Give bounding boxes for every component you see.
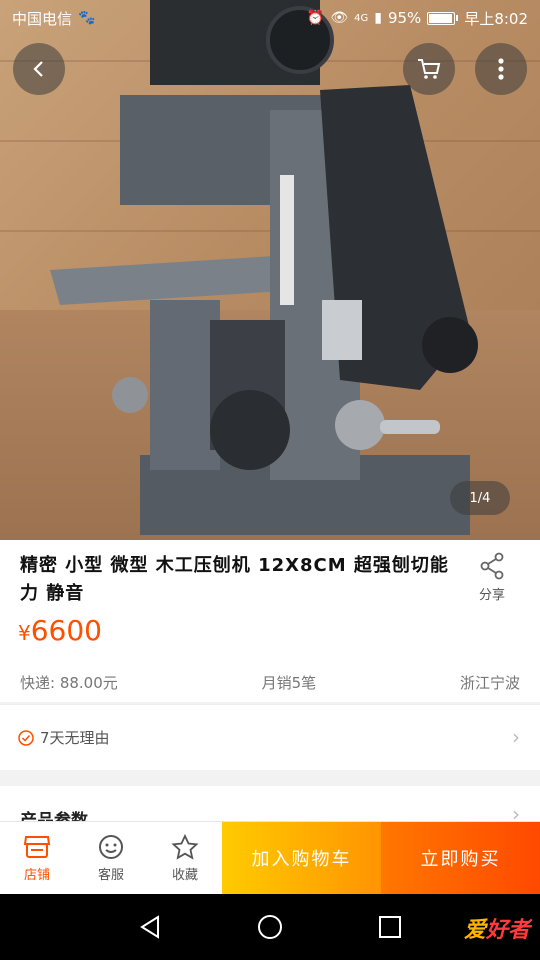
check-circle-icon xyxy=(18,729,34,746)
clock: 早上8:02 xyxy=(464,9,528,28)
service-icon xyxy=(99,834,123,859)
chevron-left-icon xyxy=(33,61,43,77)
monthly-sales: 月销5笔 xyxy=(261,674,317,692)
guarantee-label: 7天无理由 xyxy=(40,729,110,747)
star-icon xyxy=(171,833,199,860)
nav-home-icon[interactable] xyxy=(256,913,284,941)
nav-back-icon[interactable] xyxy=(136,913,164,941)
product-info: 精密 小型 微型 木工压刨机 12X8CM 超强刨切能力 静音 分享 ¥6600… xyxy=(0,540,540,702)
cart-button[interactable] xyxy=(403,43,455,95)
alarm-icon: ⏰ xyxy=(306,10,325,26)
product-price: ¥6600 xyxy=(18,614,102,647)
service-button[interactable]: 客服 xyxy=(74,822,148,894)
more-vertical-icon xyxy=(498,58,504,80)
eye-icon: 👁 xyxy=(330,10,349,26)
carrier-label: 中国电信 xyxy=(12,9,73,28)
system-nav-bar: 爱好者 xyxy=(0,894,540,960)
add-to-cart-button[interactable]: 加入购物车 xyxy=(222,822,381,894)
share-button[interactable]: 分享 xyxy=(466,552,518,603)
watermark-logo: 爱好者 xyxy=(464,912,530,944)
chevron-right-icon: › xyxy=(512,725,520,749)
share-icon xyxy=(480,552,504,580)
buy-now-button[interactable]: 立即购买 xyxy=(381,822,540,894)
machine-illustration xyxy=(50,0,478,535)
back-button[interactable] xyxy=(13,43,65,95)
service-label: 客服 xyxy=(97,867,124,883)
share-label: 分享 xyxy=(478,588,505,603)
price-value: 6600 xyxy=(30,614,102,647)
favorite-button[interactable]: 收藏 xyxy=(148,822,222,894)
watermark-part-b: 好者 xyxy=(485,918,530,943)
guarantee-row[interactable]: 7天无理由 › xyxy=(0,704,540,770)
signal-icon: ▮ xyxy=(374,10,382,26)
product-image[interactable] xyxy=(0,0,540,540)
nav-recents-icon[interactable] xyxy=(376,913,404,941)
status-bar: 中国电信 🐾 ⏰ 👁 4G ▮ 95% 早上8:02 xyxy=(0,0,540,36)
action-bar: 店铺 客服 收藏 加入购物车 立即购买 xyxy=(0,821,540,894)
product-meta: 快递: 88.00元 月销5笔 浙江宁波 xyxy=(20,672,520,693)
cart-icon xyxy=(418,59,441,79)
status-right: ⏰ 👁 4G ▮ 95% 早上8:02 xyxy=(307,8,528,29)
shop-button[interactable]: 店铺 xyxy=(0,822,74,894)
paw-app-icon: 🐾 xyxy=(78,10,96,26)
more-button[interactable] xyxy=(475,43,527,95)
product-title: 精密 小型 微型 木工压刨机 12X8CM 超强刨切能力 静音 xyxy=(20,555,449,604)
guarantee-content: 7天无理由 xyxy=(18,727,110,748)
shipping-fee: 快递: 88.00元 xyxy=(20,674,118,692)
favorite-label: 收藏 xyxy=(171,867,198,883)
battery-tip xyxy=(456,15,459,21)
network-type: 4G xyxy=(354,12,369,24)
watermark-part-a: 爱 xyxy=(463,918,486,943)
battery-icon xyxy=(427,11,456,25)
page-indicator: 1/4 xyxy=(450,481,510,515)
shop-label: 店铺 xyxy=(23,867,50,883)
ship-location: 浙江宁波 xyxy=(459,674,520,692)
app-root: 中国电信 🐾 ⏰ 👁 4G ▮ 95% 早上8:02 1/4 精密 小型 微型 … xyxy=(0,0,540,960)
shop-icon xyxy=(23,835,51,858)
price-symbol: ¥ xyxy=(18,621,31,645)
battery-percent: 95% xyxy=(387,9,422,27)
